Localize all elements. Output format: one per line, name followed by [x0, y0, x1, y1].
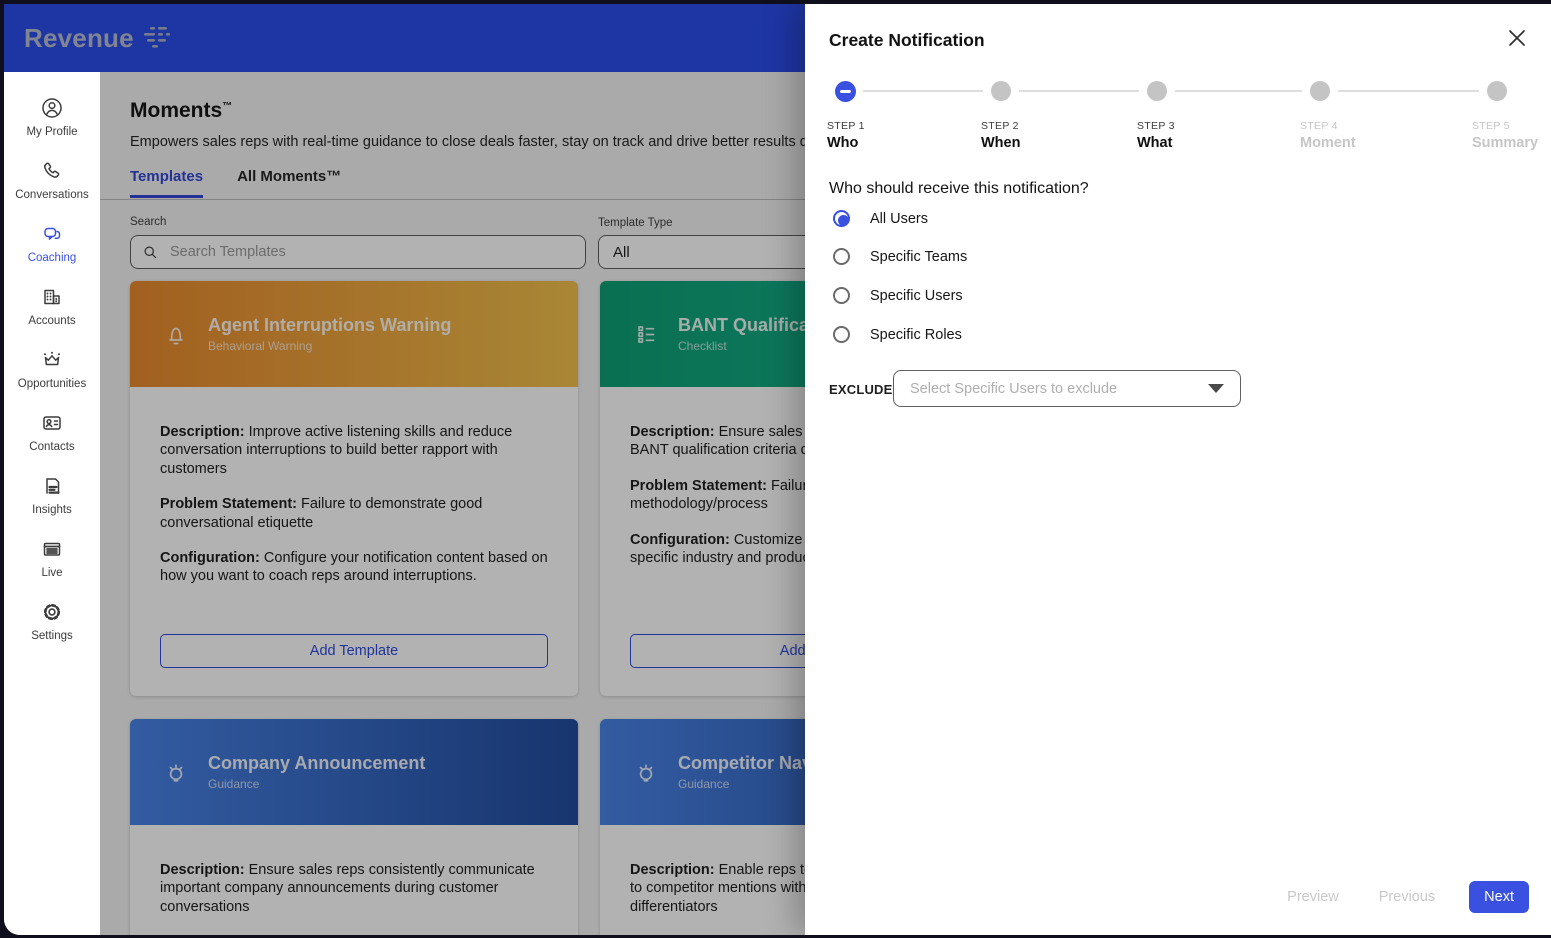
sidebar-item-conversations[interactable]: Conversations [4, 153, 100, 216]
radio-option-specific-users[interactable]: Specific Users [833, 287, 963, 304]
sidebar-item-insights[interactable]: Insights [4, 468, 100, 531]
report-icon [46, 478, 60, 494]
app-window: Revenue My Profile Conversations Coachin… [4, 4, 1551, 935]
exclude-label: EXCLUDE [829, 382, 893, 397]
sidebar-nav: My Profile Conversations Coaching Accoun… [4, 72, 100, 935]
step-2-label: STEP 2 When [981, 120, 1021, 151]
gear-icon [43, 603, 61, 621]
sidebar-item-opportunities[interactable]: Opportunities [4, 342, 100, 405]
sidebar-item-label: Opportunities [17, 378, 87, 390]
step-3-circle[interactable] [1147, 81, 1167, 101]
sidebar-item-label: My Profile [26, 126, 78, 138]
recipient-question: Who should receive this notification? [829, 180, 1089, 197]
sidebar-item-contacts[interactable]: Contacts [4, 405, 100, 468]
preview-button[interactable]: Preview [1281, 888, 1345, 906]
step-1-label: STEP 1 Who [827, 120, 865, 151]
radio-selected-icon [833, 210, 850, 227]
sidebar-item-coaching[interactable]: Coaching [4, 216, 100, 279]
buildings-icon [44, 289, 60, 305]
profile-icon [42, 98, 62, 118]
chat-bubbles-icon [44, 227, 61, 240]
sidebar-item-label: Live [41, 567, 63, 579]
exclude-users-select[interactable]: Select Specific Users to exclude [893, 370, 1241, 407]
close-icon[interactable] [1505, 26, 1529, 50]
step-3-label: STEP 3 What [1137, 120, 1175, 151]
radio-option-all-users[interactable]: All Users [833, 210, 928, 227]
radio-option-specific-teams[interactable]: Specific Teams [833, 248, 967, 265]
crown-icon [44, 351, 61, 366]
sidebar-item-settings[interactable]: Settings [4, 594, 100, 657]
sidebar-item-label: Accounts [28, 315, 76, 327]
next-button[interactable]: Next [1469, 881, 1529, 913]
step-2-circle[interactable] [991, 81, 1011, 101]
sidebar-item-label: Settings [31, 630, 73, 642]
modal-footer: Preview Previous Next [1281, 881, 1529, 913]
exclude-placeholder: Select Specific Users to exclude [910, 380, 1118, 397]
previous-button[interactable]: Previous [1373, 888, 1441, 906]
step-connector [863, 90, 983, 92]
sidebar-item-label: Insights [32, 504, 72, 516]
sidebar-item-label: Coaching [27, 252, 77, 264]
step-4-circle[interactable] [1310, 81, 1330, 101]
sidebar-item-live[interactable]: Live [4, 531, 100, 594]
step-connector [1338, 90, 1479, 92]
step-1-circle[interactable] [834, 81, 856, 102]
phone-icon [43, 162, 60, 178]
newspaper-icon [43, 542, 61, 556]
modal-title: Create Notification [829, 30, 985, 50]
sidebar-item-label: Conversations [15, 189, 89, 201]
step-4-label: STEP 4 Moment [1300, 120, 1356, 151]
radio-unselected-icon [833, 326, 850, 343]
step-connector [1019, 90, 1139, 92]
chevron-down-icon [1208, 384, 1224, 393]
radio-unselected-icon [833, 248, 850, 265]
create-notification-modal: Create Notification STEP 1 Who STEP 2 Wh… [805, 4, 1551, 935]
contact-card-icon [43, 416, 61, 430]
sidebar-item-accounts[interactable]: Accounts [4, 279, 100, 342]
sidebar-item-my-profile[interactable]: My Profile [4, 90, 100, 153]
step-5-label: STEP 5 Summary [1471, 120, 1539, 151]
step-connector [1175, 90, 1302, 92]
sidebar-item-label: Contacts [29, 441, 75, 453]
radio-unselected-icon [833, 287, 850, 304]
step-5-circle[interactable] [1487, 81, 1507, 101]
radio-option-specific-roles[interactable]: Specific Roles [833, 326, 962, 343]
